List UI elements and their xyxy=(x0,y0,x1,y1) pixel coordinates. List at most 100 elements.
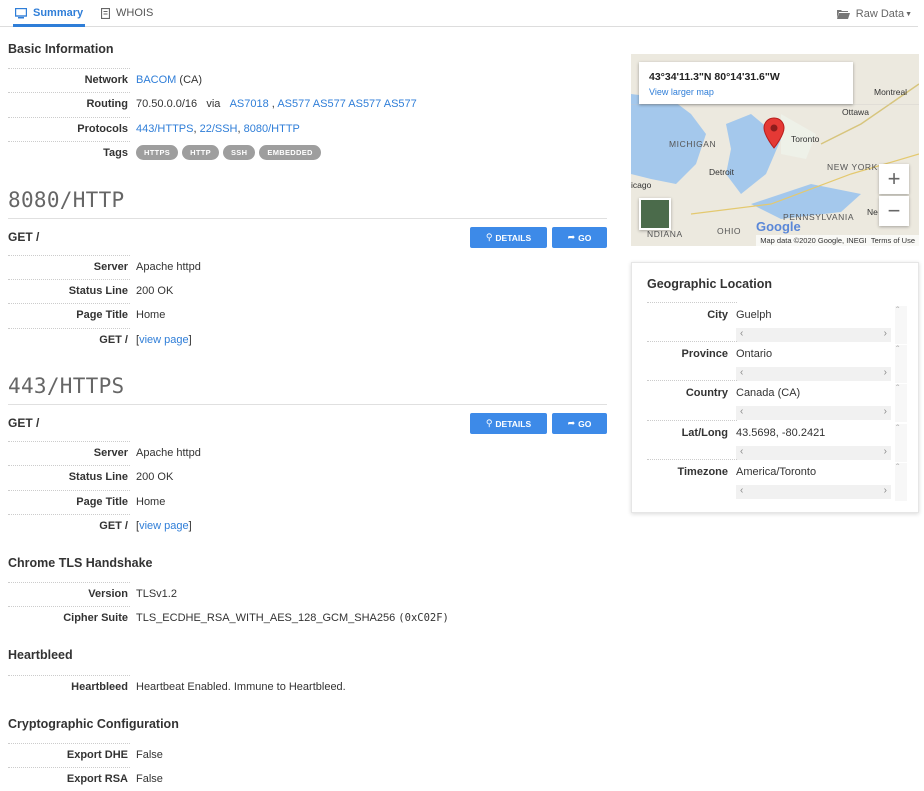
raw-data-label: Raw Data xyxy=(855,8,905,20)
routing-prefix: 70.50.0.0/16 xyxy=(136,98,198,110)
search-icon: ⚲ xyxy=(485,418,493,428)
tag-ssh[interactable]: SSH xyxy=(223,145,256,160)
zoom-in-button[interactable]: + xyxy=(879,164,909,194)
share-arrow-icon: ➦ xyxy=(567,418,576,428)
map-label-indiana: NDIANA xyxy=(647,229,683,239)
routing-via: via xyxy=(206,98,221,110)
zoom-out-button[interactable]: − xyxy=(879,196,909,226)
port-8080-details-button[interactable]: ⚲ DETAILS xyxy=(470,227,547,248)
tag-https[interactable]: HTTPS xyxy=(136,145,179,160)
geo-timezone-row: Timezone America/Toronto ‹ › ˆ xyxy=(647,459,907,503)
port-8080-get-row: GET / [view page] xyxy=(8,328,608,351)
port-443-title-row: Page Title Home xyxy=(8,490,608,513)
protocol-443-link[interactable]: 443/HTTPS xyxy=(136,123,193,135)
tags-row: Tags HTTPS HTTP SSH EMBEDDED xyxy=(8,141,608,164)
map-pin-icon[interactable] xyxy=(763,117,785,149)
tags-label: Tags xyxy=(103,147,128,159)
export-dhe-row: Export DHE False xyxy=(8,743,608,766)
protocol-22-link[interactable]: 22/SSH xyxy=(200,123,238,135)
location-map[interactable]: MICHIGAN Toronto Montreal Ottawa Detroit… xyxy=(631,54,919,246)
port-443-divider xyxy=(8,404,607,405)
satellite-toggle-button[interactable] xyxy=(639,198,671,230)
port-8080-heading: 8080/HTTP xyxy=(8,188,125,212)
export-rsa-row: Export RSA False xyxy=(8,767,608,790)
routing-label: Routing xyxy=(86,98,128,110)
port-8080-server-row: Server Apache httpd xyxy=(8,255,608,278)
map-info-card: 43°34'11.3"N 80°14'31.6"W View larger ma… xyxy=(639,62,853,104)
tls-title: Chrome TLS Handshake xyxy=(8,556,153,570)
document-icon xyxy=(101,7,110,19)
network-link[interactable]: BACOM xyxy=(136,74,176,86)
map-label-toronto: Toronto xyxy=(791,134,820,144)
vertical-scrollbar[interactable]: ˆ xyxy=(895,463,907,501)
tls-version-row: Version TLSv1.2 xyxy=(8,582,608,605)
tls-cipher-row: Cipher Suite TLS_ECDHE_RSA_WITH_AES_128_… xyxy=(8,606,608,629)
search-icon: ⚲ xyxy=(485,232,493,242)
vertical-scrollbar[interactable]: ˆ xyxy=(895,384,907,422)
vertical-scrollbar[interactable]: ˆ xyxy=(895,345,907,383)
port-443-get-row: GET / [view page] xyxy=(8,514,608,537)
routing-as7018-link[interactable]: AS7018 xyxy=(230,98,269,110)
terms-of-use-link[interactable]: Terms of Use xyxy=(871,236,915,245)
basic-info-title: Basic Information xyxy=(8,42,114,56)
share-arrow-icon: ➦ xyxy=(567,232,576,242)
port-443-details-button[interactable]: ⚲ DETAILS xyxy=(470,413,547,434)
folder-icon xyxy=(836,10,850,19)
port-8080-go-button[interactable]: ➦ GO xyxy=(552,227,607,248)
routing-as577-link[interactable]: AS577 AS577 AS577 AS577 xyxy=(277,98,416,110)
protocols-row: Protocols 443/HTTPS, 22/SSH, 8080/HTTP xyxy=(8,117,608,140)
map-label-montreal: Montreal xyxy=(874,87,908,97)
tab-whois-label: WHOIS xyxy=(116,7,154,19)
caret-down-icon: ▼ xyxy=(905,10,912,18)
routing-separator: , xyxy=(271,98,275,110)
network-row: Network BACOM (CA) xyxy=(8,68,608,91)
port-443-server-row: Server Apache httpd xyxy=(8,441,608,464)
tab-bar: Summary WHOIS Raw Data ▼ xyxy=(0,0,918,27)
port-8080-get-title: GET / xyxy=(8,230,40,244)
horizontal-scrollbar[interactable]: ‹ › xyxy=(736,367,891,381)
geo-country-row: Country Canada (CA) ‹ › ˆ xyxy=(647,380,907,424)
network-label: Network xyxy=(84,74,128,86)
monitor-icon xyxy=(15,7,27,18)
port-8080-divider xyxy=(8,218,607,219)
map-label-detroit: Detroit xyxy=(709,167,735,177)
tag-embedded[interactable]: EMBEDDED xyxy=(259,145,321,160)
map-label-new-york: NEW YORK xyxy=(827,162,878,172)
horizontal-scrollbar[interactable]: ‹ › xyxy=(736,406,891,420)
horizontal-scrollbar[interactable]: ‹ › xyxy=(736,485,891,499)
geo-title: Geographic Location xyxy=(647,277,773,291)
map-label-chicago: icago xyxy=(631,180,652,190)
geo-latlong-row: Lat/Long 43.5698, -80.2421 ‹ › ˆ xyxy=(647,420,907,464)
network-suffix: (CA) xyxy=(179,74,203,86)
tab-summary[interactable]: Summary xyxy=(12,7,86,27)
horizontal-scrollbar[interactable]: ‹ › xyxy=(736,446,891,460)
tag-http[interactable]: HTTP xyxy=(182,145,219,160)
port-443-status-row: Status Line 200 OK xyxy=(8,465,608,488)
crypto-title: Cryptographic Configuration xyxy=(8,717,179,731)
port-443-view-page-link[interactable]: view page xyxy=(139,520,189,532)
map-label-ohio: OHIO xyxy=(717,226,742,236)
raw-data-dropdown[interactable]: Raw Data ▼ xyxy=(836,8,912,20)
view-larger-map-link[interactable]: View larger map xyxy=(649,87,843,97)
geo-city-row: City Guelph ‹ › ˆ xyxy=(647,302,907,346)
port-8080-view-page-link[interactable]: view page xyxy=(139,334,189,346)
tab-whois[interactable]: WHOIS xyxy=(101,7,153,19)
tab-summary-label: Summary xyxy=(33,7,84,19)
vertical-scrollbar[interactable]: ˆ xyxy=(895,424,907,462)
protocol-8080-link[interactable]: 8080/HTTP xyxy=(244,123,300,135)
map-coordinates: 43°34'11.3"N 80°14'31.6"W xyxy=(649,71,780,83)
routing-row: Routing 70.50.0.0/16 via AS7018 , AS577 … xyxy=(8,92,608,115)
google-logo: Google xyxy=(756,219,801,234)
heartbleed-row: Heartbleed Heartbeat Enabled. Immune to H… xyxy=(8,675,608,698)
port-8080-title-row: Page Title Home xyxy=(8,303,608,326)
geo-location-panel: Geographic Location City Guelph ‹ › ˆ Prov… xyxy=(631,262,919,513)
port-443-get-title: GET / xyxy=(8,416,40,430)
port-443-heading: 443/HTTPS xyxy=(8,374,125,398)
map-label-michigan: MICHIGAN xyxy=(669,139,717,149)
vertical-scrollbar[interactable]: ˆ xyxy=(895,306,907,344)
port-8080-status-row: Status Line 200 OK xyxy=(8,279,608,302)
map-attribution: Map data ©2020 Google, INEGI Terms of Us… xyxy=(756,235,919,246)
port-443-go-button[interactable]: ➦ GO xyxy=(552,413,607,434)
horizontal-scrollbar[interactable]: ‹ › xyxy=(736,328,891,342)
heartbleed-title: Heartbleed xyxy=(8,648,73,662)
